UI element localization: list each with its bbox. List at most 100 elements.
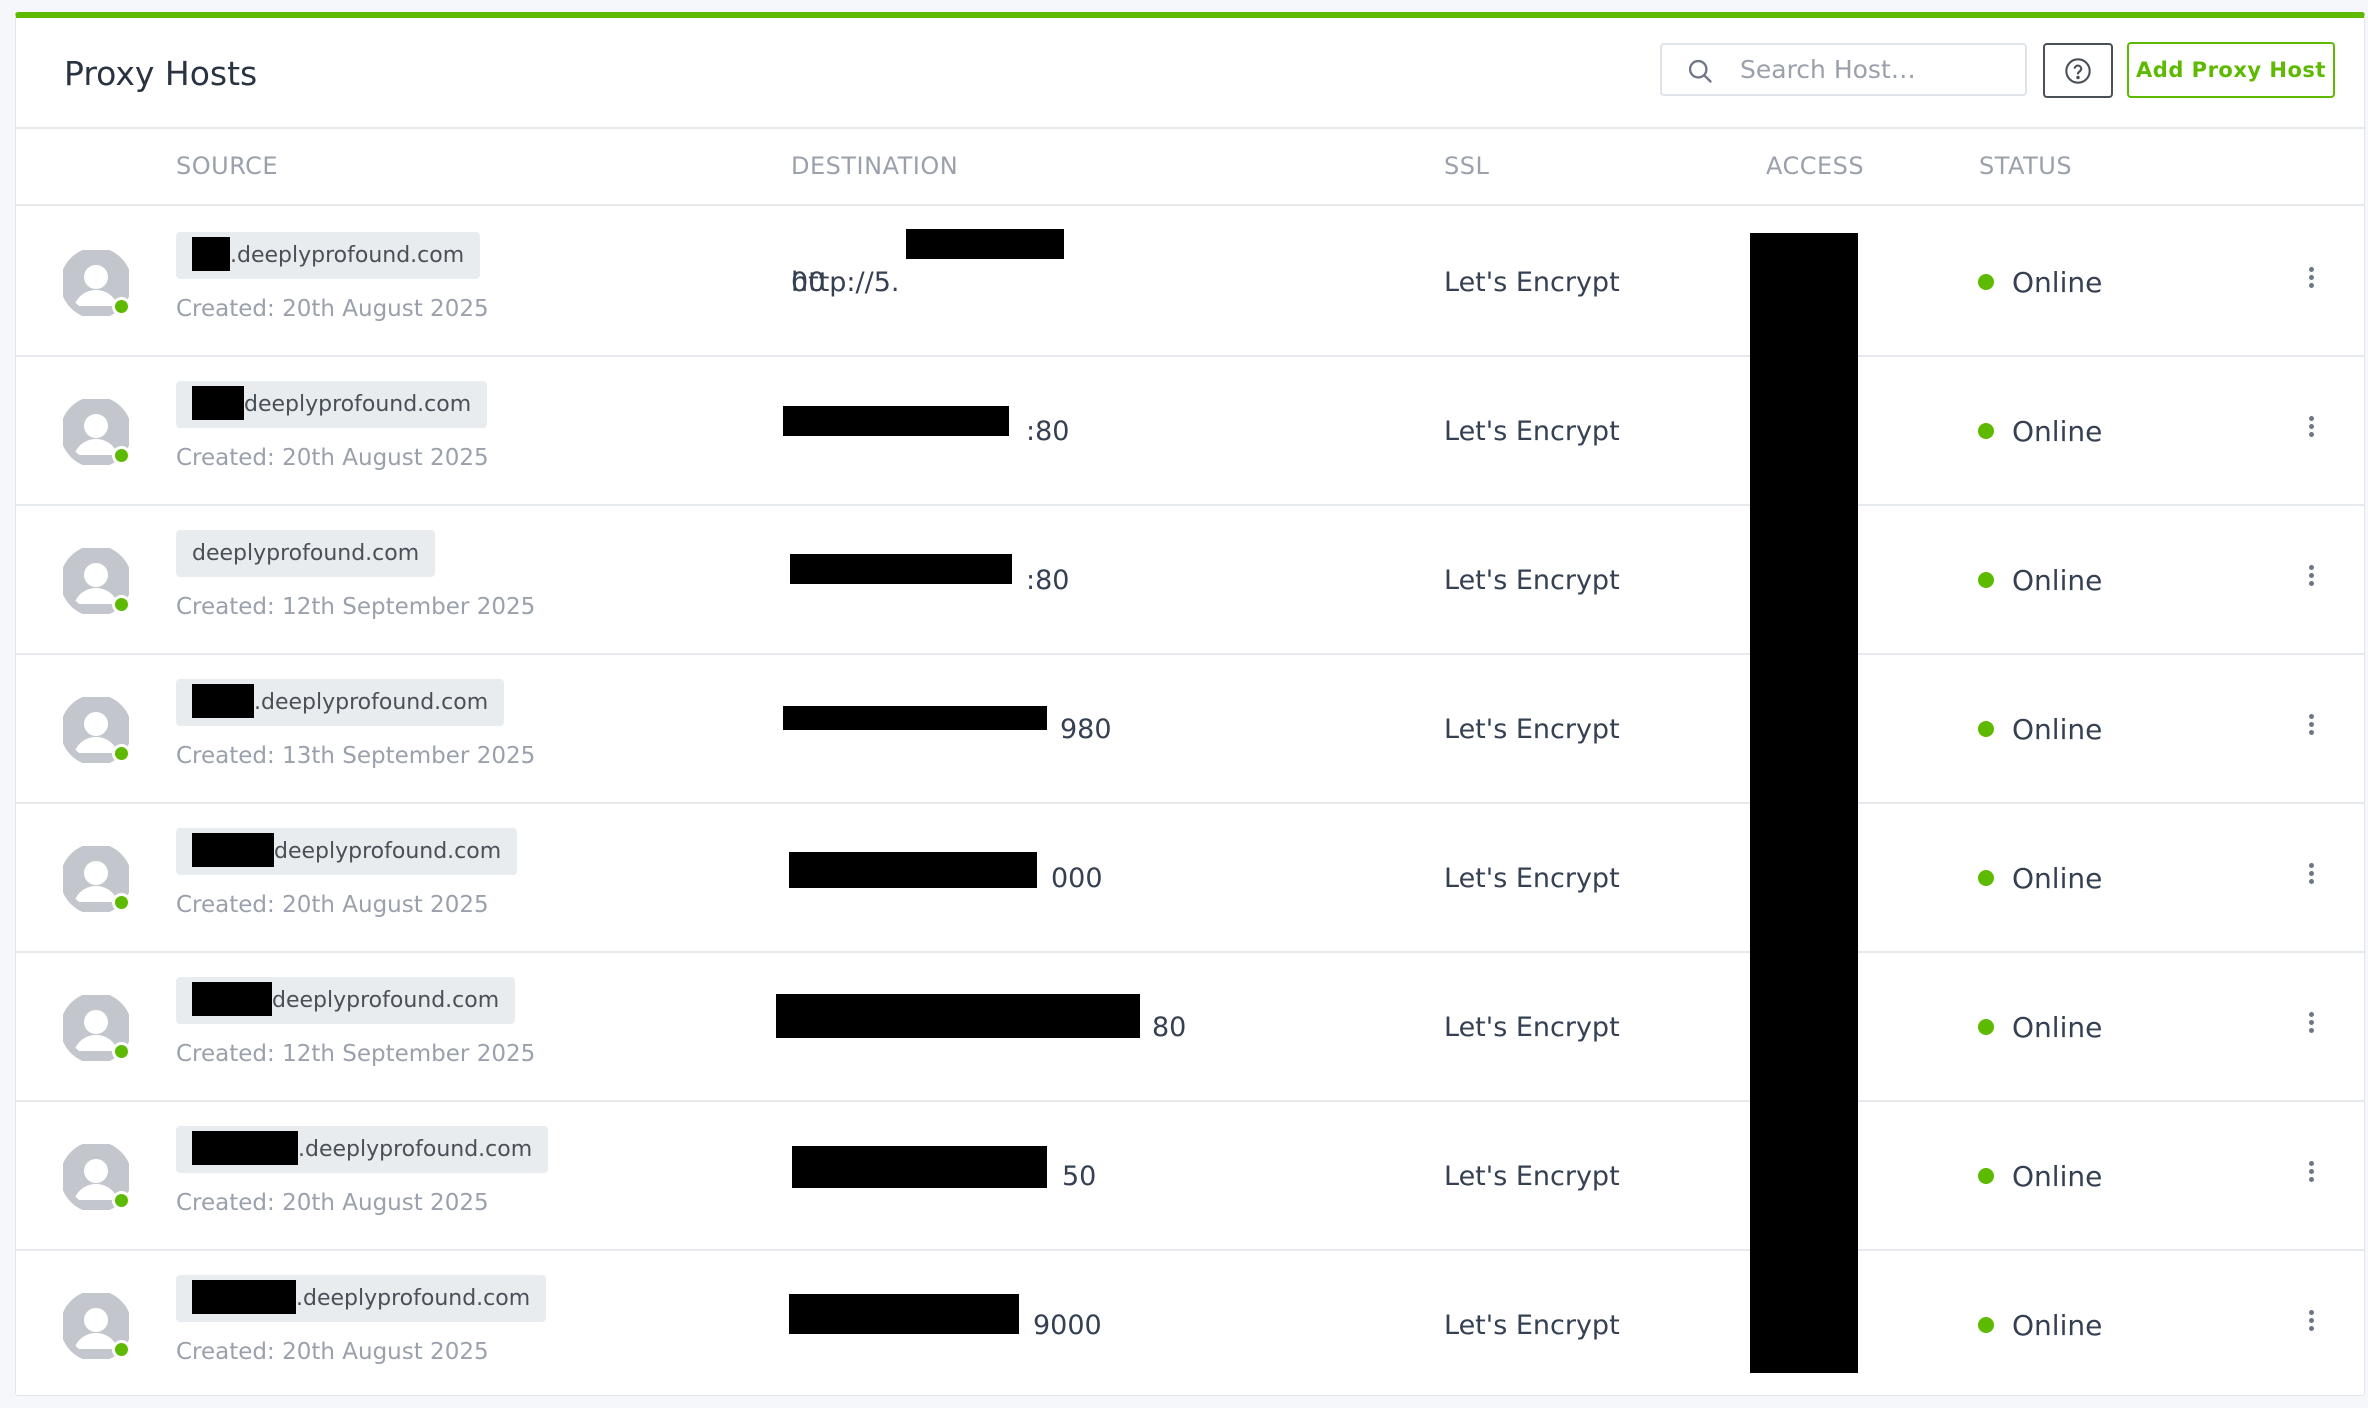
status-badge: Online <box>1978 208 2102 357</box>
online-indicator <box>112 1340 131 1359</box>
created-date: Created: 12th September 2025 <box>176 594 536 620</box>
table-row[interactable]: deeplyprofound.com Created: 20th August … <box>16 357 2364 506</box>
table-row[interactable]: .deeplyprofound.com Created: 13th Septem… <box>16 655 2364 804</box>
table-row[interactable]: .deeplyprofound.com Created: 20th August… <box>16 1102 2364 1251</box>
created-date: Created: 13th September 2025 <box>176 743 536 769</box>
ssl-provider: Let's Encrypt <box>1444 267 1620 298</box>
search-box[interactable] <box>1660 43 2027 96</box>
source-domain-tag[interactable]: deeplyprofound.com <box>176 828 518 875</box>
column-header-access[interactable]: ACCESS <box>1766 129 1864 204</box>
created-date: Created: 20th August 2025 <box>176 1339 489 1365</box>
source-domain: deeplyprofound.com <box>272 988 500 1013</box>
source-domain-tag[interactable]: deeplyprofound.com <box>176 530 436 577</box>
online-indicator <box>112 595 131 614</box>
destination-suffix: 9000 <box>1033 1310 1102 1341</box>
table-row[interactable]: deeplyprofound.com Created: 12th Septemb… <box>16 506 2364 655</box>
status-badge: Online <box>1978 1251 2103 1395</box>
source-domain-tag[interactable]: .deeplyprofound.com <box>176 1126 549 1173</box>
ssl-provider: Let's Encrypt <box>1444 1161 1620 1192</box>
status-dot-icon <box>1978 572 1994 588</box>
dots-vertical-icon[interactable] <box>2296 860 2326 896</box>
status-text: Online <box>2012 1011 2103 1044</box>
table-header: SOURCE DESTINATION SSL ACCESS STATUS <box>16 129 2364 206</box>
user-avatar-icon <box>60 843 132 915</box>
column-header-destination[interactable]: DESTINATION <box>791 129 958 204</box>
user-avatar-icon <box>60 1141 132 1213</box>
source-domain-tag[interactable]: .deeplyprofound.com <box>176 232 481 279</box>
dots-vertical-icon[interactable] <box>2296 264 2326 300</box>
user-avatar-icon <box>60 396 132 468</box>
ssl-provider: Let's Encrypt <box>1444 416 1620 447</box>
destination-redaction <box>776 994 1140 1038</box>
table-row[interactable]: deeplyprofound.com Created: 20th August … <box>16 804 2364 953</box>
source-domain: deeplyprofound.com <box>192 541 420 566</box>
proxy-hosts-card: Proxy Hosts Add Proxy Host SOURCE DESTIN… <box>15 12 2365 1396</box>
dots-vertical-icon[interactable] <box>2296 562 2326 598</box>
dots-vertical-icon[interactable] <box>2296 1307 2326 1343</box>
source-domain: .deeplyprofound.com <box>296 1286 531 1311</box>
status-dot-icon <box>1978 1317 1994 1333</box>
status-text: Online <box>2012 1160 2103 1193</box>
card-header: Proxy Hosts Add Proxy Host <box>16 18 2364 129</box>
search-icon <box>1688 59 1712 83</box>
user-avatar-icon <box>60 694 132 766</box>
online-indicator <box>112 446 131 465</box>
source-domain-tag[interactable]: .deeplyprofound.com <box>176 1275 547 1322</box>
redacted-subdomain <box>192 1279 296 1314</box>
ssl-provider: Let's Encrypt <box>1444 1310 1620 1341</box>
column-header-source[interactable]: SOURCE <box>176 129 278 204</box>
column-header-status[interactable]: STATUS <box>1979 129 2072 204</box>
status-badge: Online <box>1978 804 2102 953</box>
status-dot-icon <box>1978 721 1994 737</box>
dots-vertical-icon[interactable] <box>2296 711 2326 747</box>
destination-suffix: :80 <box>1026 565 1070 596</box>
destination-redaction <box>789 1294 1019 1334</box>
source-domain-tag[interactable]: deeplyprofound.com <box>176 977 516 1024</box>
redacted-subdomain <box>192 236 230 271</box>
created-date: Created: 20th August 2025 <box>176 1190 489 1216</box>
created-date: Created: 20th August 2025 <box>176 296 489 322</box>
column-header-ssl[interactable]: SSL <box>1444 129 1489 204</box>
ssl-provider: Let's Encrypt <box>1444 863 1620 894</box>
table-row[interactable]: .deeplyprofound.com Created: 20th August… <box>16 208 2364 357</box>
online-indicator <box>112 744 131 763</box>
destination-suffix: :80 <box>1026 416 1070 447</box>
online-indicator <box>112 297 131 316</box>
status-badge: Online <box>1978 953 2102 1102</box>
redacted-subdomain <box>192 981 272 1016</box>
search-input[interactable] <box>1740 45 2020 94</box>
destination-redaction <box>790 554 1012 584</box>
status-dot-icon <box>1978 1168 1994 1184</box>
status-text: Online <box>2012 266 2103 299</box>
table-row[interactable]: deeplyprofound.com Created: 12th Septemb… <box>16 953 2364 1102</box>
online-indicator <box>112 893 131 912</box>
status-text: Online <box>2012 564 2103 597</box>
online-indicator <box>112 1191 131 1210</box>
source-domain-tag[interactable]: .deeplyprofound.com <box>176 679 505 726</box>
status-text: Online <box>2012 415 2103 448</box>
status-badge: Online <box>1978 357 2102 506</box>
ssl-provider: Let's Encrypt <box>1444 565 1620 596</box>
online-indicator <box>112 1042 131 1061</box>
destination-suffix: 00 <box>791 267 826 298</box>
access-column-redaction <box>1750 233 1858 1373</box>
destination-redaction <box>783 406 1009 436</box>
destination-redaction <box>783 706 1047 730</box>
dots-vertical-icon[interactable] <box>2296 1009 2326 1045</box>
user-avatar-icon <box>60 1290 132 1362</box>
source-domain-tag[interactable]: deeplyprofound.com <box>176 381 488 428</box>
page-title: Proxy Hosts <box>64 54 258 93</box>
table-row[interactable]: .deeplyprofound.com Created: 20th August… <box>16 1251 2364 1395</box>
dots-vertical-icon[interactable] <box>2296 1158 2326 1194</box>
status-text: Online <box>2012 1309 2103 1342</box>
source-domain: .deeplyprofound.com <box>230 243 465 268</box>
destination-redaction <box>906 229 1064 259</box>
ssl-provider: Let's Encrypt <box>1444 1012 1620 1043</box>
user-avatar-icon <box>60 247 132 319</box>
source-domain: deeplyprofound.com <box>244 392 472 417</box>
dots-vertical-icon[interactable] <box>2296 413 2326 449</box>
help-button[interactable] <box>2043 43 2113 98</box>
status-dot-icon <box>1978 870 1994 886</box>
created-date: Created: 20th August 2025 <box>176 892 489 918</box>
add-proxy-host-button[interactable]: Add Proxy Host <box>2127 42 2335 98</box>
